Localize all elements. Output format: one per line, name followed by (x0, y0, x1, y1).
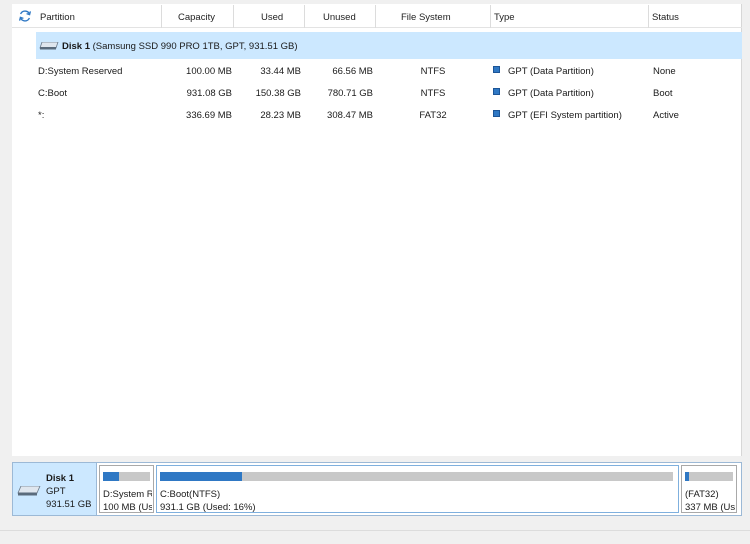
partition-unused: 308.47 MB (327, 110, 373, 121)
usage-bar-fill (103, 472, 119, 481)
usage-bar (685, 472, 733, 481)
disk-label: Disk 1 (Samsung SSD 990 PRO 1TB, GPT, 93… (62, 41, 298, 52)
partition-list-pane: Partition Capacity Used Unused File Syst… (12, 4, 742, 456)
refresh-icon[interactable] (18, 9, 32, 23)
partition-name: D:System Reserved (38, 66, 123, 77)
partition-capacity: 931.08 GB (186, 88, 232, 99)
disk-name: Disk 1 (62, 41, 90, 52)
usage-bar-fill (160, 472, 243, 481)
table-row[interactable]: *: 336.69 MB 28.23 MB 308.47 MB FAT32 GP… (12, 106, 742, 128)
partition-capacity: 100.00 MB (186, 66, 232, 77)
disk-drive-icon (17, 486, 41, 496)
header-capacity[interactable]: Capacity (178, 12, 215, 23)
usage-bar (160, 472, 673, 481)
header-unused[interactable]: Unused (323, 12, 356, 23)
partition-used: 28.23 MB (260, 110, 301, 121)
disk-map-pane: Disk 1 GPT 931.51 GB D:System Re 100 MB … (12, 462, 742, 516)
partition-block-label: (FAT32) (685, 489, 719, 500)
disk-details: (Samsung SSD 990 PRO 1TB, GPT, 931.51 GB… (92, 41, 298, 52)
partition-type-icon (493, 88, 500, 95)
partition-type-icon (493, 66, 500, 73)
partition-status: Boot (653, 88, 673, 99)
partition-unused: 66.56 MB (332, 66, 373, 77)
partition-used: 150.38 GB (255, 88, 301, 99)
header-used[interactable]: Used (261, 12, 283, 23)
partition-name: C:Boot (38, 88, 68, 99)
partition-type: GPT (Data Partition) (508, 88, 594, 99)
status-bar (0, 530, 750, 544)
partition-status: None (653, 66, 676, 77)
partition-used: 33.44 MB (260, 66, 301, 77)
partition-block[interactable]: C:Boot(NTFS) 931.1 GB (Used: 16%) (156, 465, 679, 513)
partition-block-label: D:System Re (103, 489, 152, 500)
header-file-system[interactable]: File System (401, 12, 451, 23)
partition-file-system: NTFS (420, 66, 446, 77)
table-row[interactable]: D:System Reserved 100.00 MB 33.44 MB 66.… (12, 62, 742, 84)
usage-bar (103, 472, 150, 481)
partition-block-detail: 100 MB (Us (103, 502, 152, 513)
partition-type: GPT (EFI System partition) (508, 110, 622, 121)
usage-bar-fill (685, 472, 689, 481)
partition-type-icon (493, 110, 500, 117)
partition-block-label: C:Boot(NTFS) (160, 489, 221, 500)
column-header: Partition Capacity Used Unused File Syst… (12, 4, 742, 28)
disk-map-name: Disk 1 (46, 473, 74, 484)
disk-drive-icon (39, 42, 59, 50)
partition-unused: 780.71 GB (327, 88, 373, 99)
header-type[interactable]: Type (494, 12, 515, 23)
partition-file-system: NTFS (420, 88, 446, 99)
partition-name: *: (38, 110, 45, 121)
partition-block[interactable]: (FAT32) 337 MB (Us (681, 465, 737, 513)
partition-file-system: FAT32 (419, 110, 447, 121)
header-status[interactable]: Status (652, 12, 679, 23)
partition-type: GPT (Data Partition) (508, 66, 594, 77)
partition-block-detail: 337 MB (Us (685, 502, 735, 513)
disk-map-size: 931.51 GB (46, 499, 92, 510)
header-partition[interactable]: Partition (40, 12, 75, 23)
partition-status: Active (653, 110, 679, 121)
disk-map-style: GPT (46, 486, 66, 497)
disk-row[interactable]: Disk 1 (Samsung SSD 990 PRO 1TB, GPT, 93… (36, 32, 742, 59)
partition-block[interactable]: D:System Re 100 MB (Us (99, 465, 154, 513)
partition-block-detail: 931.1 GB (Used: 16%) (160, 502, 256, 513)
partition-capacity: 336.69 MB (186, 110, 232, 121)
disk-map-disk-info[interactable]: Disk 1 GPT 931.51 GB (13, 463, 97, 515)
table-row[interactable]: C:Boot 931.08 GB 150.38 GB 780.71 GB NTF… (12, 84, 742, 106)
